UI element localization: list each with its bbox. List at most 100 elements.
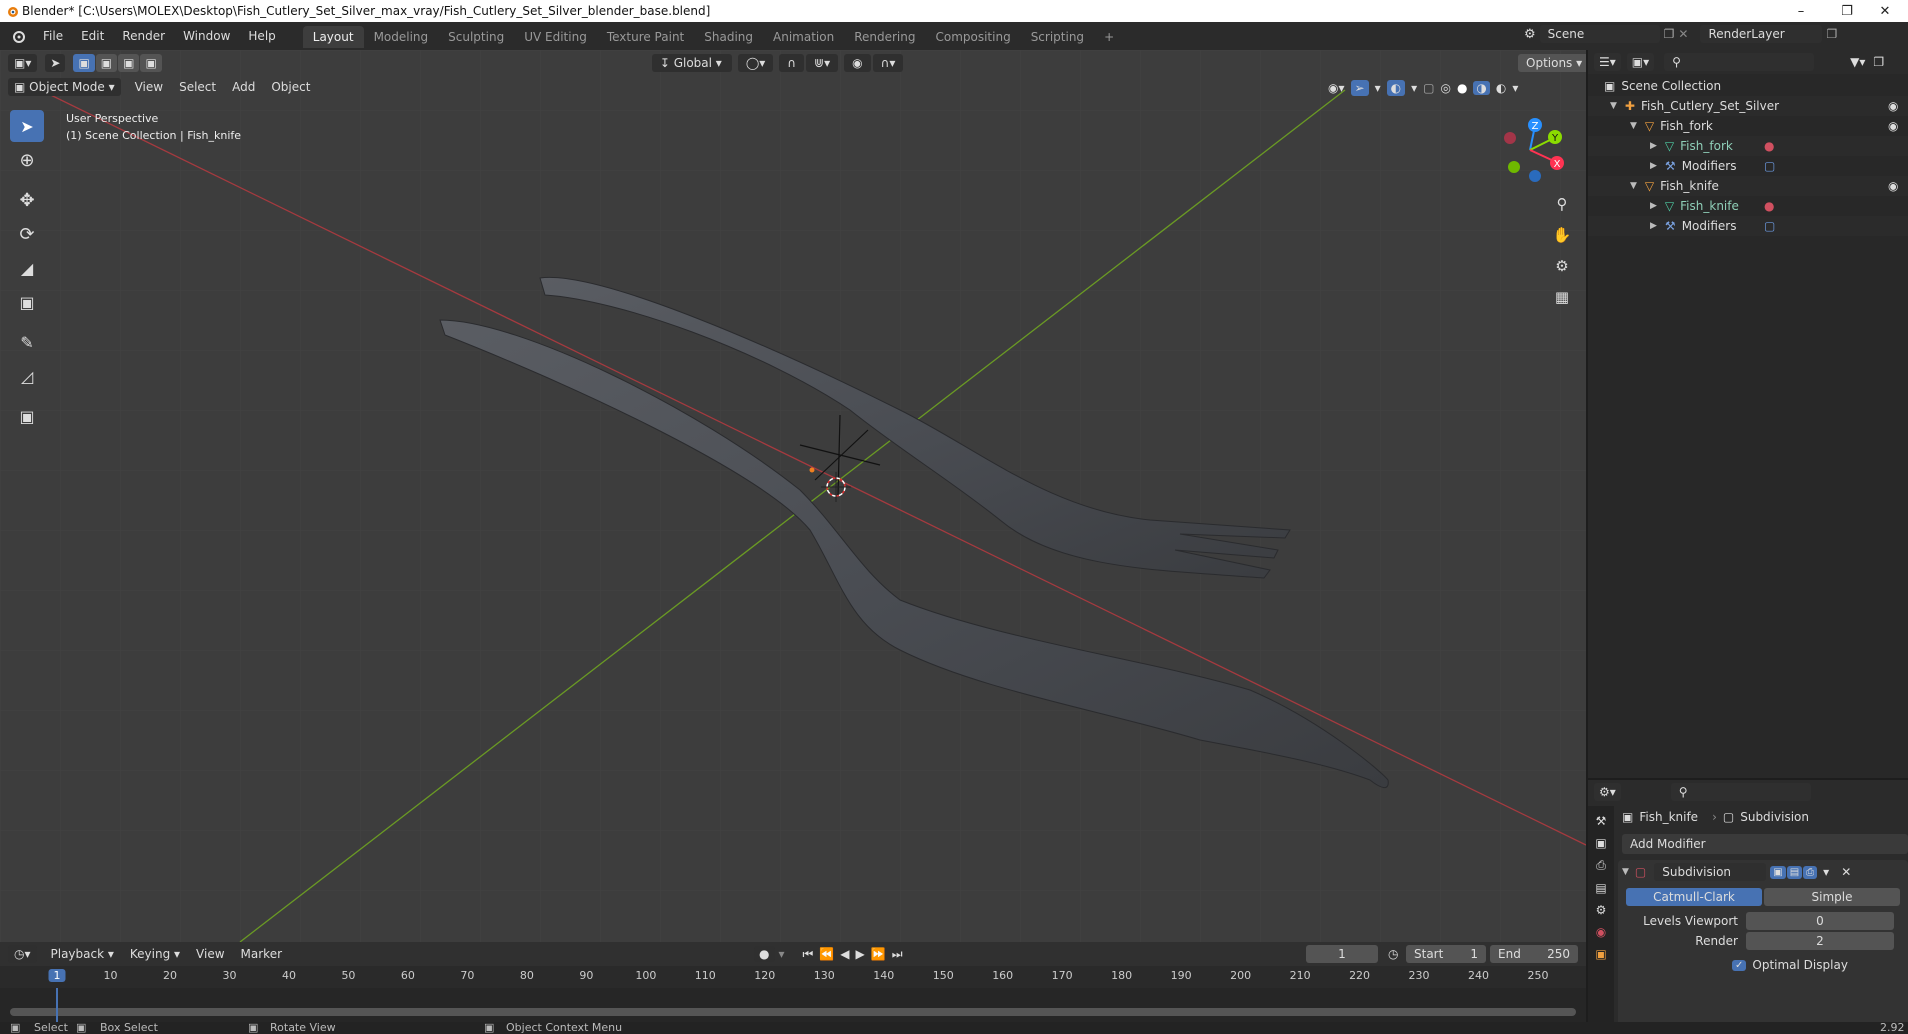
visibility-eye-icon[interactable]: ◉▾ (1328, 81, 1345, 95)
outliner-search-input[interactable]: ⚲ (1664, 53, 1815, 71)
viewport-menu-view[interactable]: View (127, 80, 171, 94)
panel-collapse-icon[interactable]: ▼ (1622, 867, 1629, 877)
timeline-scrollbar[interactable] (10, 1008, 1576, 1016)
material-icon[interactable]: ● (1764, 199, 1774, 213)
new-collection-icon[interactable]: ❐ (1873, 55, 1884, 69)
navigation-gizmo[interactable]: Z Y X (1490, 110, 1570, 200)
outliner-row-fish-knife-mesh[interactable]: ▶ ▽ Fish_knife ● (1588, 196, 1908, 216)
properties-editor-type[interactable]: ⚙▾ (1594, 783, 1621, 801)
next-keyframe-icon[interactable]: ⏩ (871, 947, 886, 962)
mode-dropdown[interactable]: ▣ Object Mode ▾ (8, 78, 121, 96)
material-icon[interactable]: ● (1764, 139, 1774, 153)
collapse-arrow-icon[interactable]: ▶ (1650, 201, 1657, 211)
jump-start-icon[interactable]: ⏮ (803, 947, 814, 962)
optimal-display-checkbox[interactable]: ✓ (1732, 959, 1747, 971)
tab-animation[interactable]: Animation (763, 26, 844, 48)
modifier-name-input[interactable]: Subdivision (1654, 863, 1767, 881)
new-scene-icon[interactable]: ❐ (1664, 27, 1675, 41)
outliner-editor-type[interactable]: ☰▾ (1594, 53, 1621, 71)
tab-layout[interactable]: Layout (302, 26, 364, 48)
expand-arrow-icon[interactable]: ▼ (1630, 181, 1637, 191)
add-modifier-dropdown[interactable]: Add Modifier (1622, 834, 1908, 854)
tool-cursor[interactable]: ⊕ (10, 144, 44, 176)
pivot-dropdown[interactable]: ◯▾ (737, 54, 774, 72)
zoom-button[interactable]: ⚲ (1548, 190, 1576, 218)
snap-toggle[interactable]: ∩ (779, 54, 805, 72)
render-toggle-icon[interactable]: ⎙ (1803, 865, 1818, 879)
tab-shading[interactable]: Shading (694, 26, 763, 48)
viewport-menu-select[interactable]: Select (171, 80, 224, 94)
modifier-options-icon[interactable]: ▾ (1823, 865, 1829, 879)
jump-end-icon[interactable]: ⏭ (892, 947, 903, 962)
outliner-row-fish-fork-mesh[interactable]: ▶ ▽ Fish_fork ● (1588, 136, 1908, 156)
add-workspace-button[interactable]: + (1094, 26, 1124, 48)
world-tab-icon[interactable]: ◉ (1596, 925, 1606, 939)
menu-window[interactable]: Window (174, 29, 239, 43)
start-frame-field[interactable]: Start 1 (1406, 945, 1486, 963)
tab-texture-paint[interactable]: Texture Paint (597, 26, 694, 48)
scene-icon[interactable]: ⚙ (1524, 27, 1536, 42)
delete-scene-icon[interactable]: ✕ (1678, 27, 1688, 41)
tool-annotate[interactable]: ✎ (10, 326, 44, 358)
gizmo-dropdown-icon[interactable]: ▾ (1375, 81, 1381, 95)
tool-scale[interactable]: ◢ (10, 252, 44, 284)
collapse-arrow-icon[interactable]: ▶ (1650, 161, 1657, 171)
overlay-dropdown-icon[interactable]: ▾ (1411, 81, 1417, 95)
levels-viewport-field[interactable]: 0 (1746, 912, 1894, 930)
render-levels-field[interactable]: 2 (1746, 932, 1894, 950)
tool-move[interactable]: ✥ (10, 184, 44, 216)
outliner-row-fish-fork[interactable]: ▼ ▽ Fish_fork ◉ (1588, 116, 1908, 136)
end-frame-field[interactable]: End 250 (1490, 945, 1578, 963)
xray-toggle-icon[interactable]: ▢ (1423, 81, 1434, 95)
pan-button[interactable]: ✋ (1548, 221, 1576, 249)
viewport-menu-object[interactable]: Object (263, 80, 318, 94)
ortho-toggle-button[interactable]: ▦ (1548, 283, 1576, 311)
object-tab-icon[interactable]: ▣ (1595, 947, 1606, 961)
edit-mode-toggle-icon[interactable]: ▣ (1770, 865, 1786, 879)
shading-dropdown-icon[interactable]: ▾ (1512, 81, 1518, 95)
rendered-shading-icon[interactable]: ◐ (1496, 81, 1506, 95)
select-tool-button[interactable]: ➤ (45, 54, 66, 72)
display-mode-dropdown[interactable]: ▣▾ (1626, 53, 1655, 71)
play-reverse-icon[interactable]: ◀ (840, 947, 849, 962)
timeline-menu-marker[interactable]: Marker (233, 947, 290, 961)
tool-add-cube[interactable]: ▣ (10, 400, 44, 432)
blender-menu-icon[interactable] (10, 28, 26, 44)
gizmo-toggle-icon[interactable]: ➢ (1350, 80, 1369, 96)
orientation-dropdown[interactable]: ↧ Global ▾ (651, 54, 732, 72)
frame-ruler[interactable]: 1 10 20 30 40 50 60 70 80 90 100 110 120 130 140 150 160… (0, 966, 1586, 988)
current-frame-field[interactable]: 1 (1306, 945, 1378, 963)
auto-keying-button[interactable]: ● (754, 946, 775, 962)
new-layer-icon[interactable]: ❐ (1826, 27, 1837, 41)
tab-sculpting[interactable]: Sculpting (438, 26, 514, 48)
output-tab-icon[interactable]: ⎙ (1596, 858, 1606, 873)
menu-render[interactable]: Render (113, 29, 174, 43)
select-extend-icon[interactable]: ▣ (95, 54, 118, 72)
tool-transform[interactable]: ▣ (10, 286, 44, 318)
menu-file[interactable]: File (34, 29, 72, 43)
timeline-menu-view[interactable]: View (188, 947, 232, 961)
collapse-arrow-icon[interactable]: ▶ (1650, 141, 1657, 151)
select-subtract-icon[interactable]: ▣ (118, 54, 140, 72)
timeline-menu-playback[interactable]: Playback ▾ (43, 947, 122, 961)
falloff-dropdown[interactable]: ∩▾ (872, 54, 904, 72)
tool-tab-icon[interactable]: ⚒ (1596, 814, 1607, 828)
tool-select-box[interactable]: ➤ (10, 110, 44, 142)
expand-arrow-icon[interactable]: ▼ (1610, 101, 1617, 111)
options-dropdown[interactable]: Options ▾ (1518, 54, 1586, 72)
menu-edit[interactable]: Edit (72, 29, 113, 43)
remove-modifier-icon[interactable]: ✕ (1841, 865, 1851, 879)
solid-shading-icon[interactable]: ● (1457, 81, 1467, 95)
overlay-toggle-icon[interactable]: ◐ (1386, 80, 1406, 96)
simple-button[interactable]: Simple (1764, 888, 1900, 906)
proportional-edit-toggle[interactable]: ◉ (844, 54, 871, 72)
timeline-menu-keying[interactable]: Keying ▾ (122, 947, 188, 961)
timeline-editor-type[interactable]: ◷▾ (8, 945, 37, 963)
material-shading-icon[interactable]: ◑ (1473, 81, 1490, 95)
play-icon[interactable]: ▶ (856, 947, 865, 962)
catmull-clark-button[interactable]: Catmull-Clark (1626, 888, 1762, 906)
prev-keyframe-icon[interactable]: ⏪ (819, 947, 834, 962)
filter-icon[interactable]: ▼▾ (1850, 55, 1865, 69)
keying-set-dropdown-icon[interactable]: ▾ (779, 947, 785, 961)
outliner-row-fish-fork-modifiers[interactable]: ▶ ⚒ Modifiers ▢ (1588, 156, 1908, 176)
